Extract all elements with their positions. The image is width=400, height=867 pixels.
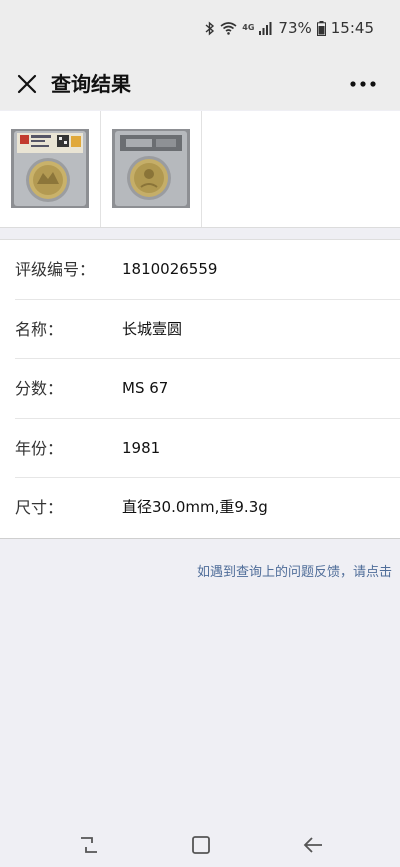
more-options-button[interactable] bbox=[346, 70, 380, 98]
detail-row-grading-number: 评级编号： 1810026559 bbox=[15, 240, 400, 300]
name-value: 长城壹圆 bbox=[122, 319, 183, 338]
detail-row-size: 尺寸： 直径30.0mm,重9.3g bbox=[15, 478, 400, 538]
signal-icon bbox=[259, 21, 273, 35]
score-label: 分数： bbox=[15, 379, 64, 399]
back-arrow-icon bbox=[303, 837, 322, 853]
recent-apps-button[interactable] bbox=[69, 825, 109, 865]
bluetooth-icon bbox=[205, 20, 215, 36]
home-button[interactable] bbox=[181, 825, 221, 865]
grading-number-value: 1810026559 bbox=[122, 260, 218, 278]
status-bar: 4G 73% 15:45 bbox=[0, 0, 400, 58]
coin-slab-front-image bbox=[11, 129, 89, 208]
detail-row-year: 年份： 1981 bbox=[15, 419, 400, 479]
name-label: 名称： bbox=[15, 319, 64, 339]
battery-icon bbox=[316, 20, 326, 36]
page-title: 查询结果 bbox=[51, 72, 131, 96]
recent-apps-icon bbox=[81, 837, 97, 853]
thumbnail-back[interactable] bbox=[101, 111, 202, 227]
size-value: 直径30.0mm,重9.3g bbox=[122, 498, 268, 517]
thumbnail-front[interactable] bbox=[0, 111, 101, 227]
detail-row-name: 名称： 长城壹圆 bbox=[15, 300, 400, 360]
home-icon bbox=[192, 836, 210, 854]
score-value: MS 67 bbox=[122, 379, 169, 398]
result-details: 评级编号： 1810026559 名称： 长城壹圆 分数： MS 67 年份： … bbox=[0, 239, 400, 539]
coin-slab-back-image bbox=[112, 129, 190, 208]
close-button[interactable] bbox=[12, 69, 42, 99]
battery-percent: 73% bbox=[278, 19, 312, 37]
more-dots-icon bbox=[350, 81, 376, 87]
back-button[interactable] bbox=[293, 825, 333, 865]
navigation-bar bbox=[0, 815, 400, 867]
wifi-icon bbox=[220, 21, 237, 35]
grading-number-label: 评级编号： bbox=[15, 260, 96, 279]
network-type-label: 4G bbox=[242, 23, 255, 32]
close-icon bbox=[17, 74, 37, 94]
feedback-link[interactable]: 如遇到查询上的问题反馈，请点击 bbox=[197, 561, 392, 580]
title-bar: 查询结果 bbox=[0, 58, 400, 110]
status-icons: 4G 73% 15:45 bbox=[205, 19, 374, 37]
clock-time: 15:45 bbox=[330, 19, 374, 37]
year-value: 1981 bbox=[122, 438, 161, 457]
year-label: 年份： bbox=[15, 438, 64, 458]
image-thumbnails bbox=[0, 111, 400, 228]
size-label: 尺寸： bbox=[15, 498, 64, 518]
detail-row-score: 分数： MS 67 bbox=[15, 359, 400, 419]
